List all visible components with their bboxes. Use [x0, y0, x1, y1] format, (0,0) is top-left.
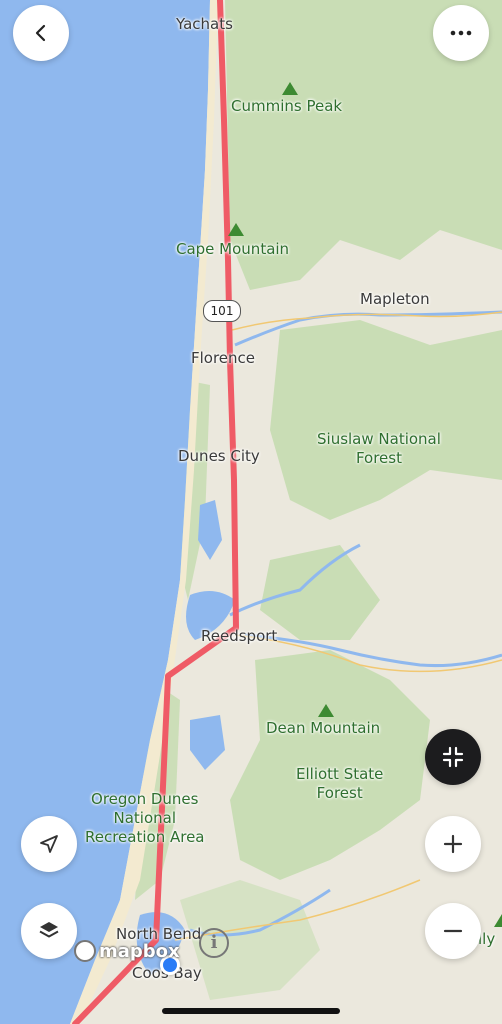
zoom-in-button[interactable]: [425, 816, 481, 872]
place-label-dean-mountain: Dean Mountain: [266, 719, 381, 737]
locate-button[interactable]: [21, 816, 77, 872]
zoom-out-button[interactable]: [425, 903, 481, 959]
layers-icon: [39, 922, 59, 938]
collapse-button[interactable]: [425, 729, 481, 785]
back-button[interactable]: [13, 5, 69, 61]
place-label-elliott-forest: Elliott State Forest: [296, 765, 384, 802]
map-canvas[interactable]: [0, 0, 502, 1024]
more-dots-icon: [450, 30, 472, 36]
collapse-arrows-icon: [442, 746, 464, 768]
plus-icon: [443, 834, 463, 854]
home-indicator: [162, 1008, 340, 1014]
attribution-info-button[interactable]: i: [199, 928, 229, 958]
place-label-mapleton: Mapleton: [360, 290, 430, 308]
more-button[interactable]: [433, 5, 489, 61]
peak-marker-icon: [228, 223, 244, 236]
mapbox-icon: [74, 940, 96, 962]
map-view[interactable]: Yachats Cummins Peak Cape Mountain Maple…: [0, 0, 502, 1024]
place-label-oregon-dunes: Oregon Dunes National Recreation Area: [85, 790, 205, 846]
place-label-dunes-city: Dunes City: [178, 447, 260, 465]
place-label-reedsport: Reedsport: [201, 627, 278, 645]
peak-marker-icon: [282, 82, 298, 95]
peak-marker-icon: [494, 914, 502, 927]
minus-icon: [443, 929, 463, 933]
place-label-yachats: Yachats: [176, 15, 233, 33]
mapbox-wordmark: mapbox: [99, 940, 180, 962]
layers-button[interactable]: [21, 903, 77, 959]
back-chevron-icon: [35, 24, 46, 42]
place-label-florence: Florence: [191, 349, 256, 367]
place-label-siuslaw-forest: Siuslaw National Forest: [317, 430, 441, 467]
navigation-arrow-icon: [40, 835, 58, 853]
highway-shield: 101: [203, 300, 241, 322]
mapbox-logo[interactable]: mapbox: [74, 940, 180, 962]
peak-marker-icon: [318, 704, 334, 717]
place-label-cummins-peak: Cummins Peak: [231, 97, 343, 115]
place-label-cape-mountain: Cape Mountain: [176, 240, 290, 258]
